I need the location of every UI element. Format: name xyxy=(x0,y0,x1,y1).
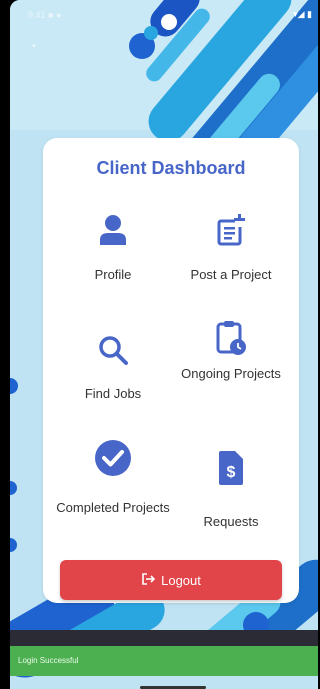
request-document-icon: $ xyxy=(171,446,291,490)
snackbar-message: Login Successful xyxy=(18,656,79,665)
person-icon xyxy=(53,208,173,252)
app-screen: 9:41 ■ ● ▾◢ ▮ • Client Dashboard Profile xyxy=(10,0,318,689)
post-add-icon xyxy=(171,208,291,252)
tile-label: Find Jobs xyxy=(84,386,142,401)
snackbar: Login Successful xyxy=(10,646,318,676)
status-right: ▾◢ ▮ xyxy=(293,9,312,19)
tile-label: Ongoing Projects xyxy=(181,366,281,381)
tile-requests[interactable]: $ Requests xyxy=(171,446,291,546)
logout-label: Logout xyxy=(161,572,201,588)
search-icon xyxy=(53,328,173,372)
phone-frame: 9:41 ■ ● ▾◢ ▮ • Client Dashboard Profile xyxy=(0,0,318,689)
page-title: Client Dashboard xyxy=(96,158,246,178)
tile-profile[interactable]: Profile xyxy=(53,204,173,294)
tile-find-jobs[interactable]: Find Jobs xyxy=(53,322,173,422)
tile-label: Post a Project xyxy=(190,267,272,282)
tile-label: Profile xyxy=(94,267,132,282)
tile-ongoing-projects[interactable]: Ongoing Projects xyxy=(171,316,291,416)
camera-cutout xyxy=(161,14,177,30)
pending-actions-icon xyxy=(171,316,291,360)
dashboard-card: Client Dashboard Profile Post a Project … xyxy=(43,138,299,603)
tile-label: Requests xyxy=(203,514,259,529)
tile-completed-projects[interactable]: Completed Projects xyxy=(53,438,173,548)
logout-icon xyxy=(141,572,156,589)
check-circle-icon xyxy=(53,436,173,480)
status-left: 9:41 ■ ● xyxy=(28,10,62,20)
svg-text:$: $ xyxy=(227,464,236,481)
logout-button[interactable]: Logout xyxy=(60,560,282,600)
tile-post-project[interactable]: Post a Project xyxy=(171,204,291,294)
tile-label: Completed Projects xyxy=(56,500,170,515)
menu-dot-icon[interactable]: • xyxy=(32,41,42,52)
